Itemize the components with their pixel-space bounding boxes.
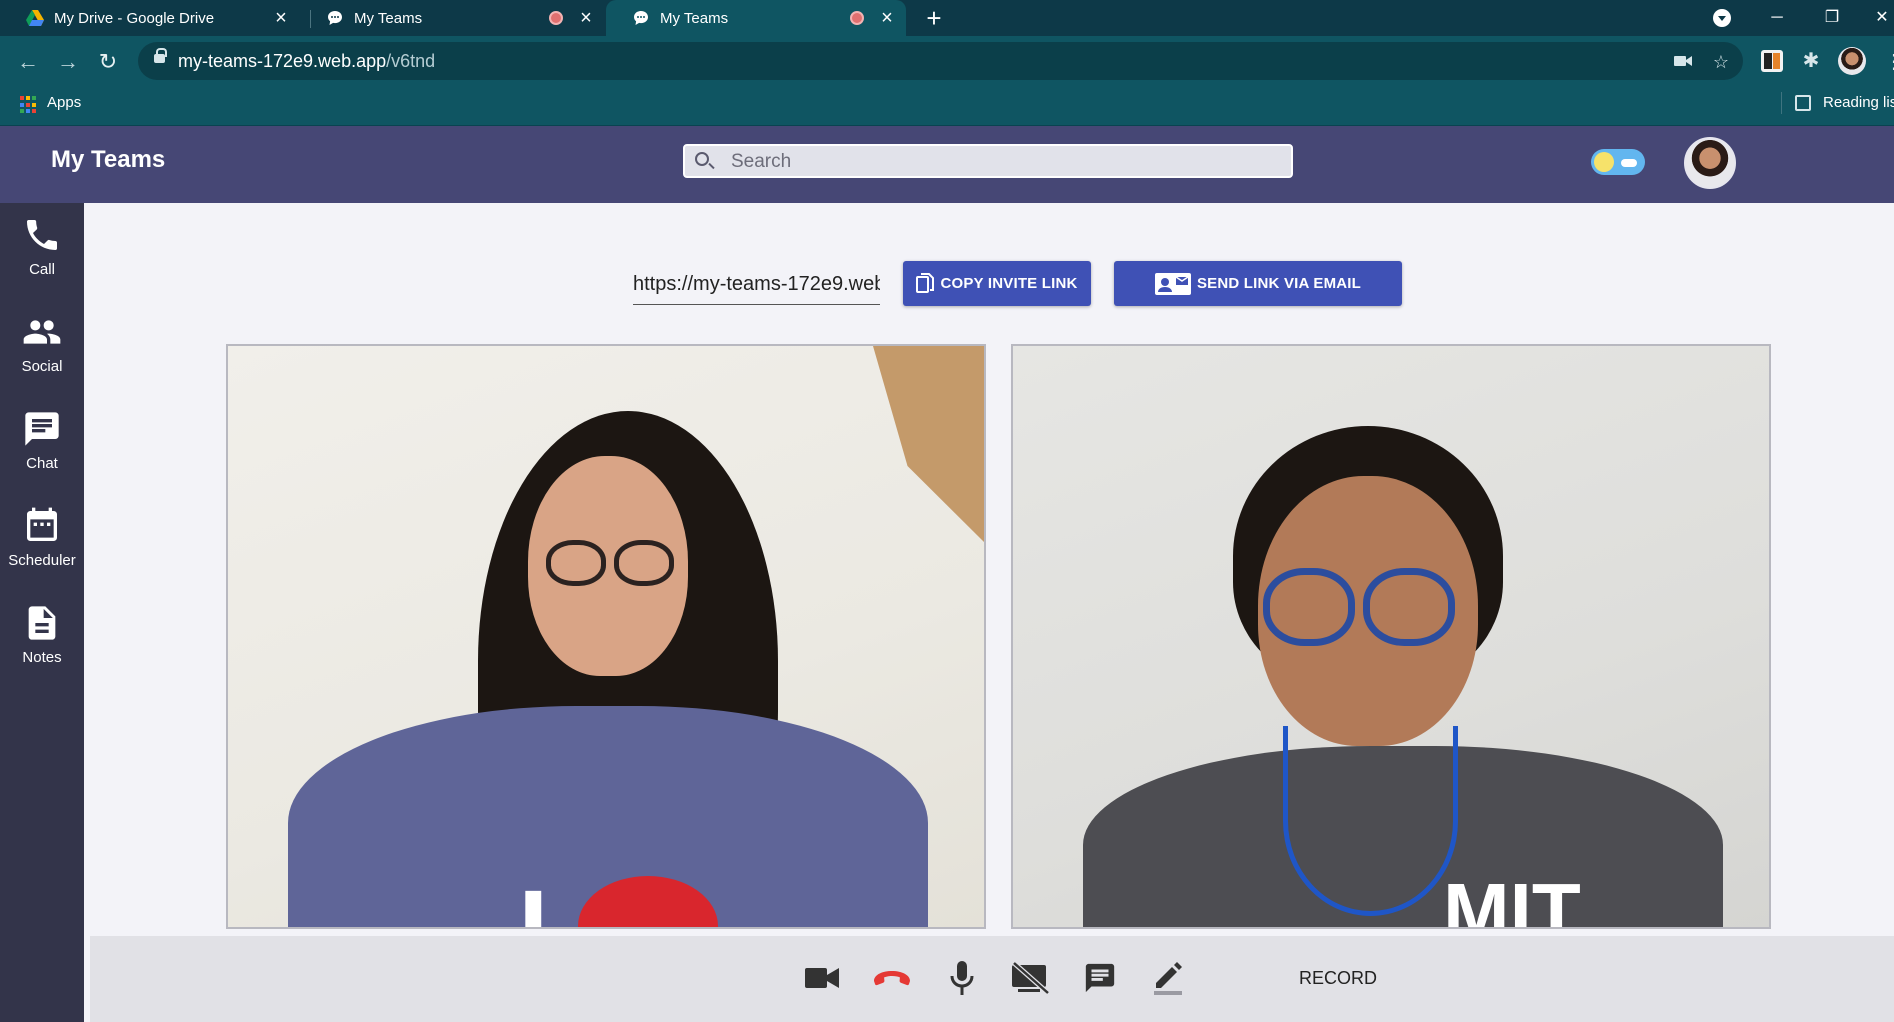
record-button[interactable]: RECORD	[1299, 968, 1377, 989]
whiteboard-button[interactable]	[1148, 958, 1188, 998]
tab-search-icon[interactable]	[1713, 9, 1731, 27]
people-icon	[23, 320, 61, 344]
cardboard-box	[873, 346, 984, 546]
sidebar-item-label: Chat	[26, 455, 58, 472]
cloud-icon	[1621, 159, 1637, 167]
close-tab-icon[interactable]: ×	[272, 8, 290, 28]
glasses	[546, 540, 674, 586]
chat-icon	[25, 412, 59, 446]
address-bar[interactable]: my-teams-172e9.web.app/v6tnd ☆	[138, 42, 1743, 80]
browser-tab-bar: My Drive - Google Drive × My Teams × My …	[0, 0, 1894, 36]
theme-toggle[interactable]	[1591, 149, 1645, 175]
extensions-puzzle-icon[interactable]: ✱	[1800, 50, 1822, 72]
camera-in-use-icon[interactable]	[1673, 52, 1693, 72]
sidebar-item-label: Social	[21, 358, 63, 375]
sidebar-item-notes[interactable]: Notes	[0, 591, 84, 675]
sidebar-item-label: Call	[29, 261, 55, 278]
back-icon[interactable]: ←	[14, 48, 42, 76]
sidebar-item-chat[interactable]: Chat	[0, 397, 84, 481]
microphone-button[interactable]	[942, 958, 982, 998]
tab-title: My Drive - Google Drive	[54, 9, 215, 27]
sidebar: Call Social Chat Scheduler Notes	[0, 203, 84, 1022]
sun-icon	[1594, 152, 1614, 172]
email-button-label: SEND LINK VIA EMAIL	[1196, 275, 1362, 292]
microphone-icon	[950, 961, 974, 995]
browser-tab-my-teams[interactable]: My Teams ×	[300, 0, 605, 36]
bookmark-star-icon[interactable]: ☆	[1711, 52, 1731, 72]
browser-toolbar: ← → ↻ my-teams-172e9.web.app/v6tnd ☆ ✱ ⋮	[0, 36, 1894, 88]
browser-tab-my-teams-active[interactable]: My Teams ×	[606, 0, 906, 36]
sidebar-item-scheduler[interactable]: Scheduler	[0, 494, 84, 578]
reload-icon[interactable]: ↻	[94, 48, 122, 76]
calendar-icon	[27, 507, 57, 541]
hang-up-button[interactable]	[872, 958, 912, 998]
google-drive-icon	[26, 9, 44, 27]
new-tab-button[interactable]: +	[920, 4, 948, 32]
hang-up-icon	[874, 971, 910, 986]
screen-share-button[interactable]	[1010, 958, 1050, 998]
send-link-via-email-button[interactable]: SEND LINK VIA EMAIL	[1114, 261, 1402, 306]
close-window-icon[interactable]: ✕	[1862, 4, 1894, 32]
screen-share-off-icon	[1012, 962, 1050, 994]
url-text: my-teams-172e9.web.app/v6tnd	[178, 51, 436, 71]
apps-bookmark[interactable]: Apps	[47, 93, 81, 113]
reading-list-button[interactable]: Reading list	[1823, 93, 1894, 113]
chrome-menu-icon[interactable]: ⋮	[1884, 48, 1894, 76]
bookmarks-bar	[0, 88, 1894, 126]
search-input[interactable]	[731, 150, 1271, 174]
profile-avatar[interactable]	[1838, 47, 1866, 75]
forward-icon[interactable]: →	[54, 48, 82, 76]
search-box[interactable]	[683, 144, 1293, 178]
invite-link-field[interactable]: https://my-teams-172e9.web.app/v6tnd	[633, 268, 880, 305]
chat-button[interactable]	[1080, 958, 1120, 998]
tab-title: My Teams	[660, 9, 729, 27]
video-toggle-button[interactable]	[802, 958, 842, 998]
copy-invite-link-button[interactable]: COPY INVITE LINK	[903, 261, 1091, 306]
sidebar-item-label: Scheduler	[8, 552, 76, 569]
browser-tab-google-drive[interactable]: My Drive - Google Drive ×	[0, 0, 300, 36]
minimize-icon[interactable]: ─	[1757, 4, 1797, 32]
apps-grid-icon[interactable]	[20, 96, 38, 114]
video-tile-remote: MIT	[1011, 344, 1771, 929]
phone-icon	[27, 220, 57, 250]
chat-bubble-icon	[326, 9, 344, 27]
earphone-cord	[1283, 726, 1458, 916]
contact-mail-icon	[1154, 272, 1191, 295]
shirt-print: I	[518, 866, 549, 927]
copy-button-label: COPY INVITE LINK	[940, 275, 1078, 292]
bookmark-divider	[1781, 92, 1782, 114]
copy-icon	[916, 272, 935, 293]
chat-bubble-icon	[632, 9, 650, 27]
video-camera-icon	[805, 968, 839, 988]
close-tab-icon[interactable]: ×	[878, 8, 896, 28]
close-tab-icon[interactable]: ×	[577, 8, 595, 28]
user-avatar[interactable]	[1684, 137, 1736, 189]
call-controls-bar: RECORD	[90, 936, 1894, 1022]
lock-icon	[154, 48, 167, 63]
shirt-print: MIT	[1443, 867, 1581, 929]
video-tile-local: I	[226, 344, 986, 929]
reading-list-icon	[1795, 95, 1811, 111]
glasses	[1263, 568, 1455, 646]
recording-indicator-icon	[549, 11, 563, 25]
sidebar-item-call[interactable]: Call	[0, 203, 84, 287]
tab-title: My Teams	[354, 9, 423, 27]
message-icon	[1085, 963, 1115, 993]
search-icon	[695, 152, 709, 166]
extension-icon[interactable]	[1761, 50, 1783, 72]
sidebar-item-label: Notes	[22, 649, 62, 666]
sidebar-item-social[interactable]: Social	[0, 300, 84, 384]
note-icon	[28, 606, 56, 640]
recording-indicator-icon	[850, 11, 864, 25]
app-title: My Teams	[51, 146, 166, 173]
pen-icon	[1154, 962, 1182, 995]
app-header: My Teams	[0, 126, 1894, 203]
restore-icon[interactable]: ❐	[1812, 4, 1852, 32]
